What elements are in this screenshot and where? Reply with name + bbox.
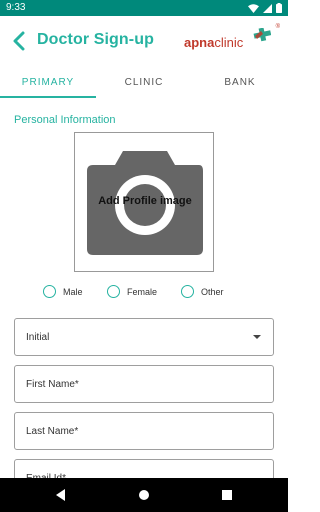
tab-primary[interactable]: PRIMARY [0,66,96,98]
radio-label-male: Male [63,286,83,297]
arrow-back-icon [13,31,25,51]
gender-radio-group: Male Female Other [0,285,288,301]
first-name-placeholder: First Name* [26,379,79,390]
radio-label-female: Female [127,286,158,297]
nav-home-icon[interactable] [139,490,149,500]
tab-clinic[interactable]: CLINIC [96,66,192,98]
gender-male-radio[interactable]: Male [43,285,83,298]
brand-logo: apnaclinic ® [184,24,280,56]
page-title: Doctor Sign-up [37,31,154,48]
registered-mark: ® [275,24,280,30]
first-name-field[interactable]: First Name* [14,365,274,403]
app-bar: Doctor Sign-up apnaclinic ® [0,16,288,66]
system-nav-bar [0,478,288,512]
gender-female-radio[interactable]: Female [107,285,157,298]
add-profile-image-button[interactable]: Add Profile image [74,132,214,272]
medical-cross-icon [253,28,271,42]
last-name-field[interactable]: Last Name* [14,412,274,450]
battery-icon [276,3,282,13]
nav-recents-icon[interactable] [222,490,232,500]
radio-circle [181,285,194,298]
status-bar: 9:33 [0,0,288,16]
profile-image-label: Add Profile image [98,195,192,207]
gender-other-radio[interactable]: Other [181,285,224,298]
dropdown-arrow-icon [253,335,261,339]
brand-clinic: clinic [214,35,244,50]
initial-dropdown-value: Initial [26,332,50,343]
radio-circle [43,285,56,298]
radio-circle [107,285,120,298]
last-name-placeholder: Last Name* [26,426,79,437]
brand-wordmark: apnaclinic [184,36,243,50]
tab-bank[interactable]: BANK [192,66,288,98]
radio-label-other: Other [201,286,224,297]
status-icons [248,3,282,13]
nav-back-icon[interactable] [56,489,65,501]
back-button[interactable] [6,26,32,56]
section-title: Personal Information [14,114,116,126]
tab-bar: PRIMARY CLINIC BANK [0,66,288,98]
status-time: 9:33 [6,2,26,13]
wifi-icon [248,3,259,13]
brand-apna: apna [184,35,215,50]
signal-icon [263,3,272,13]
initial-dropdown[interactable]: Initial [14,318,274,356]
